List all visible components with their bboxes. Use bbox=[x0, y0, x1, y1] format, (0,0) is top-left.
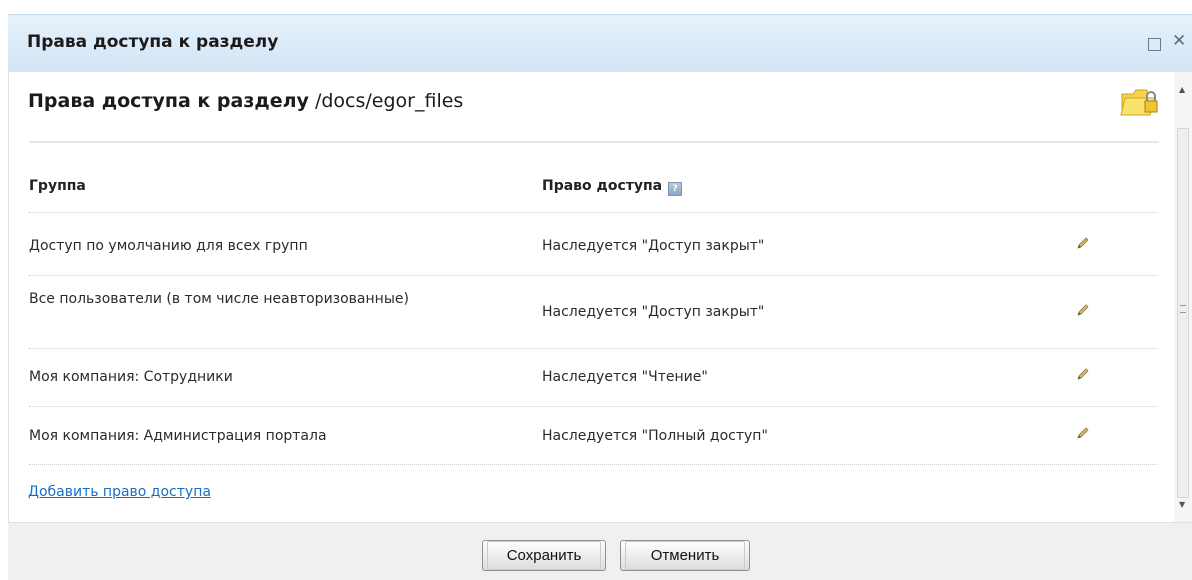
column-header-access-label: Право доступа bbox=[542, 178, 663, 194]
row-group-label: Моя компания: Администрация портала bbox=[29, 428, 327, 444]
save-button[interactable]: Сохранить bbox=[482, 540, 606, 571]
row-group-label: Все пользователи (в том числе неавторизо… bbox=[29, 291, 409, 307]
row-divider bbox=[29, 275, 1157, 276]
heading-title: Права доступа к разделу bbox=[28, 90, 309, 112]
row-group-label: Моя компания: Сотрудники bbox=[29, 369, 233, 385]
row-access-value: Наследуется "Чтение" bbox=[542, 369, 708, 385]
add-access-link[interactable]: Добавить право доступа bbox=[28, 484, 211, 500]
pencil-icon[interactable] bbox=[1075, 366, 1091, 382]
dialog-title: Права доступа к разделу bbox=[27, 32, 279, 52]
row-divider bbox=[29, 464, 1157, 465]
pencil-icon[interactable] bbox=[1075, 302, 1091, 318]
dialog-content: Права доступа к разделу /docs/egor_files… bbox=[8, 72, 1175, 522]
heading-divider bbox=[29, 141, 1159, 143]
maximize-icon[interactable] bbox=[1148, 38, 1161, 51]
scroll-grip-icon bbox=[1180, 305, 1186, 313]
row-access-value: Наследуется "Доступ закрыт" bbox=[542, 304, 765, 320]
folder-lock-icon bbox=[1120, 89, 1158, 116]
scroll-up-icon[interactable]: ▲ bbox=[1179, 85, 1185, 94]
scroll-thumb[interactable] bbox=[1177, 128, 1189, 498]
dialog-titlebar[interactable]: Права доступа к разделу ✕ bbox=[8, 14, 1192, 75]
row-access-value: Наследуется "Доступ закрыт" bbox=[542, 238, 765, 254]
close-icon[interactable]: ✕ bbox=[1172, 33, 1186, 50]
vertical-scrollbar[interactable]: ▲ ▼ bbox=[1174, 72, 1192, 522]
pencil-icon[interactable] bbox=[1075, 425, 1091, 441]
row-divider bbox=[29, 406, 1157, 407]
row-divider bbox=[29, 212, 1157, 213]
heading-path: /docs/egor_files bbox=[314, 90, 464, 112]
help-icon[interactable]: ? bbox=[668, 182, 683, 196]
cancel-button-label: Отменить bbox=[625, 541, 745, 570]
scroll-down-icon[interactable]: ▼ bbox=[1179, 500, 1185, 509]
row-access-value: Наследуется "Полный доступ" bbox=[542, 428, 768, 444]
pencil-icon[interactable] bbox=[1075, 235, 1091, 251]
row-group-label: Доступ по умолчанию для всех групп bbox=[29, 238, 308, 254]
dialog-footer: Сохранить Отменить bbox=[8, 522, 1192, 580]
column-header-access: Право доступа? bbox=[542, 178, 683, 196]
row-divider bbox=[29, 348, 1157, 349]
cancel-button[interactable]: Отменить bbox=[620, 540, 750, 571]
save-button-label: Сохранить bbox=[487, 541, 601, 570]
column-header-group: Группа bbox=[29, 178, 86, 194]
page-heading: Права доступа к разделу /docs/egor_files bbox=[28, 90, 463, 112]
